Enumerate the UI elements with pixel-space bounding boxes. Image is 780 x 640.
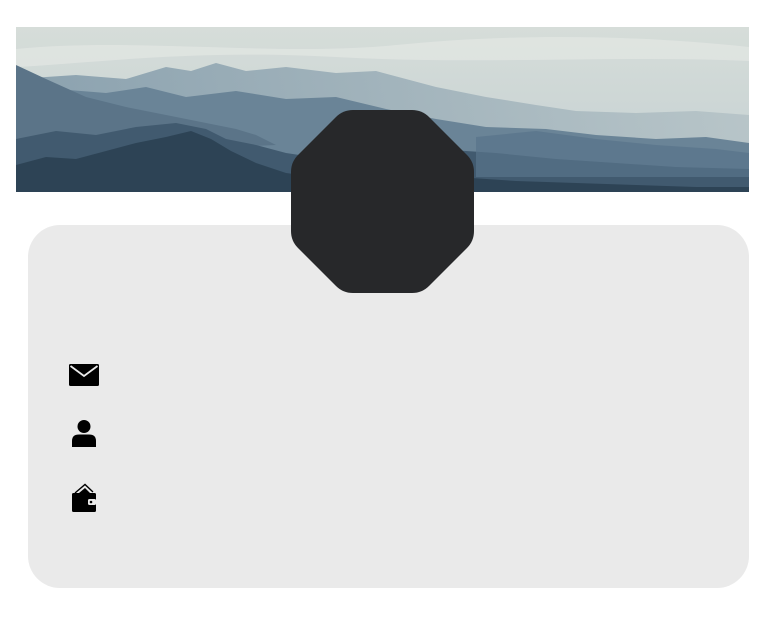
email-row bbox=[68, 359, 114, 391]
envelope-icon bbox=[68, 359, 100, 391]
user-icon bbox=[68, 417, 100, 449]
avatar-octagon-shape bbox=[291, 110, 474, 293]
wallet-icon bbox=[68, 482, 100, 514]
username-row bbox=[68, 417, 114, 449]
profile-page bbox=[0, 0, 780, 640]
avatar[interactable] bbox=[291, 110, 474, 293]
wallet-row bbox=[68, 482, 114, 514]
